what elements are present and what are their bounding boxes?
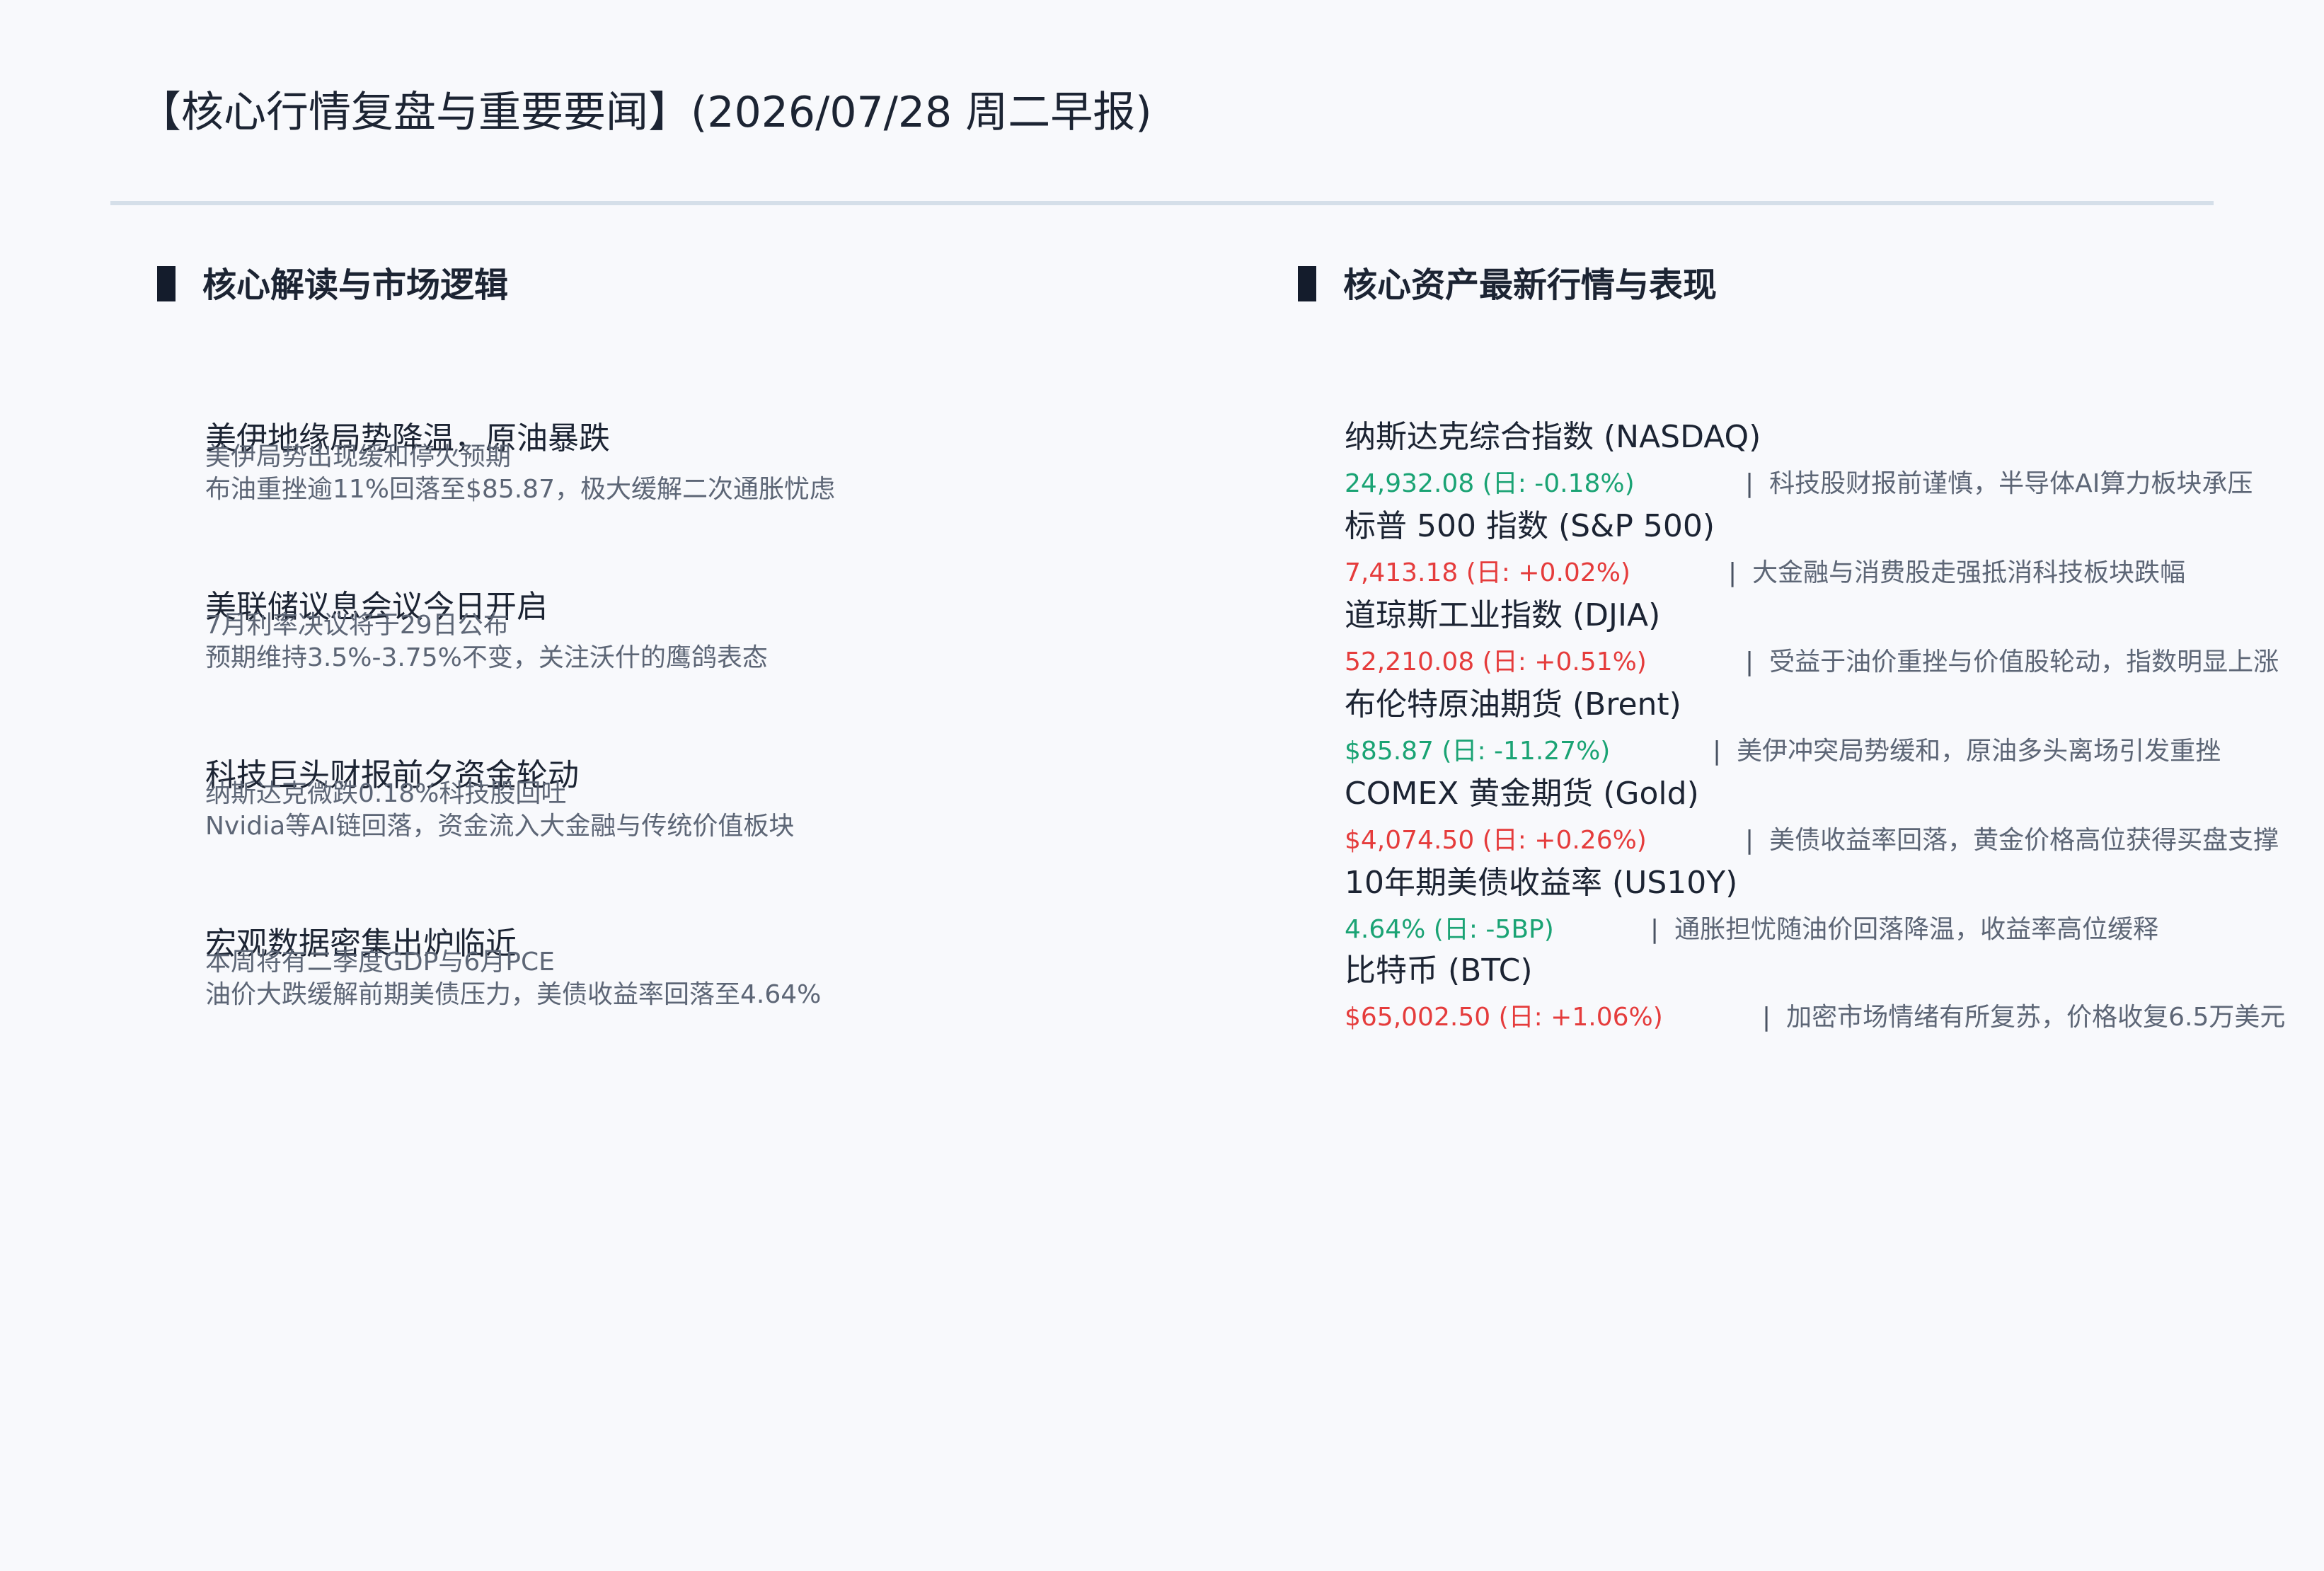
asset-note: | 美伊冲突局势缓和，原油多头离场引发重挫 [1713,736,2221,767]
asset-name: 布伦特原油期货 (Brent) [1345,686,1681,723]
asset-item-djia: 道琼斯工业指数 (DJIA) 52,210.08 (日: +0.51%) | 受益… [1345,597,2321,686]
news-subtitle: 7月利率决议将于29日公布 [205,611,509,640]
news-item-macro-data: 宏观数据密集出炉临近 本周将有二季度GDP与6月PCE 油价大跌缓解前期美债压力… [205,926,1196,1032]
separator: | [1713,737,1722,766]
page-title: 【核心行情复盘与重要要闻】(2026/07/28 周二早报) [139,88,1152,137]
news-detail: Nvidia等AI链回落，资金流入大金融与传统价值板块 [205,812,795,841]
section-heading-label: 核心资产最新行情与表现 [1343,265,1718,305]
news-detail: 油价大跌缓解前期美债压力，美债收益率回落至4.64% [205,980,822,1009]
asset-price: 7,413.18 (日: +0.02%) [1345,558,1630,587]
asset-note-text: 通胀担忧随油价回落降温，收益率高位缓释 [1674,915,2159,944]
asset-price: 4.64% (日: -5BP) [1345,915,1554,944]
title-divider [110,201,2214,205]
news-subtitle: 本周将有二季度GDP与6月PCE [205,948,555,977]
separator: | [1650,915,1659,944]
asset-item-btc: 比特币 (BTC) $65,002.50 (日: +1.06%) | 加密市场情绪… [1345,953,2321,1042]
section-heading-label: 核心解读与市场逻辑 [202,265,509,305]
asset-note-text: 加密市场情绪有所复苏，价格收复6.5万美元 [1786,1003,2286,1032]
asset-note: | 美债收益率回落，黄金价格高位获得买盘支撑 [1745,825,2279,856]
asset-name: 道琼斯工业指数 (DJIA) [1345,597,1661,633]
news-item-fed-meeting: 美联储议息会议今日开启 7月利率决议将于29日公布 预期维持3.5%-3.75%… [205,589,1196,695]
asset-price: 24,932.08 (日: -0.18%) [1345,469,1635,498]
asset-item-sp500: 标普 500 指数 (S&P 500) 7,413.18 (日: +0.02%)… [1345,508,2321,597]
separator: | [1762,1003,1771,1032]
news-subtitle: 美伊局势出现缓和停火预期 [205,442,512,471]
separator: | [1745,648,1754,677]
asset-note: | 科技股财报前谨慎，半导体AI算力板块承压 [1745,468,2253,500]
asset-price: $4,074.50 (日: +0.26%) [1345,826,1647,855]
asset-note-text: 科技股财报前谨慎，半导体AI算力板块承压 [1769,469,2253,498]
asset-item-brent: 布伦特原油期货 (Brent) $85.87 (日: -11.27%) | 美伊冲… [1345,686,2321,776]
news-item-geopolitics: 美伊地缘局势降温，原油暴跌 美伊局势出现缓和停火预期 布油重挫逾11%回落至$8… [205,420,1196,526]
separator: | [1745,826,1754,855]
asset-name: 比特币 (BTC) [1345,953,1533,989]
asset-price: 52,210.08 (日: +0.51%) [1345,648,1647,677]
news-detail: 预期维持3.5%-3.75%不变，关注沃什的鹰鸽表态 [205,643,768,672]
news-item-tech-earnings: 科技巨头财报前夕资金轮动 纳斯达克微跌0.18%科技股回吐 Nvidia等AI链… [205,757,1196,863]
asset-item-nasdaq: 纳斯达克综合指数 (NASDAQ) 24,932.08 (日: -0.18%) … [1345,419,2321,508]
separator: | [1745,469,1754,498]
news-subtitle: 纳斯达克微跌0.18%科技股回吐 [205,779,567,808]
asset-name: 标普 500 指数 (S&P 500) [1345,508,1715,544]
asset-name: 纳斯达克综合指数 (NASDAQ) [1345,419,1761,455]
heading-bar-icon [1298,266,1316,301]
asset-note-text: 受益于油价重挫与价值股轮动，指数明显上涨 [1769,648,2279,677]
heading-bar-icon [157,266,176,301]
asset-note-text: 美伊冲突局势缓和，原油多头离场引发重挫 [1737,737,2221,766]
asset-price: $85.87 (日: -11.27%) [1345,737,1611,766]
news-detail: 布油重挫逾11%回落至$85.87，极大缓解二次通胀忧虑 [205,475,835,504]
asset-price: $65,002.50 (日: +1.06%) [1345,1003,1663,1032]
asset-name: 10年期美债收益率 (US10Y) [1345,865,1738,901]
asset-note-text: 大金融与消费股走强抵消科技板块跌幅 [1752,558,2186,587]
asset-note: | 受益于油价重挫与价值股轮动，指数明显上涨 [1745,647,2279,678]
asset-note: | 通胀担忧随油价回落降温，收益率高位缓释 [1650,914,2158,945]
separator: | [1728,558,1737,587]
asset-item-gold: COMEX 黄金期货 (Gold) $4,074.50 (日: +0.26%) … [1345,776,2321,865]
asset-note-text: 美债收益率回落，黄金价格高位获得买盘支撑 [1769,826,2279,855]
asset-note: | 大金融与消费股走强抵消科技板块跌幅 [1728,558,2185,589]
asset-note: | 加密市场情绪有所复苏，价格收复6.5万美元 [1762,1002,2285,1033]
asset-item-us10y: 10年期美债收益率 (US10Y) 4.64% (日: -5BP) | 通胀担忧随… [1345,865,2321,954]
asset-name: COMEX 黄金期货 (Gold) [1345,776,1699,812]
